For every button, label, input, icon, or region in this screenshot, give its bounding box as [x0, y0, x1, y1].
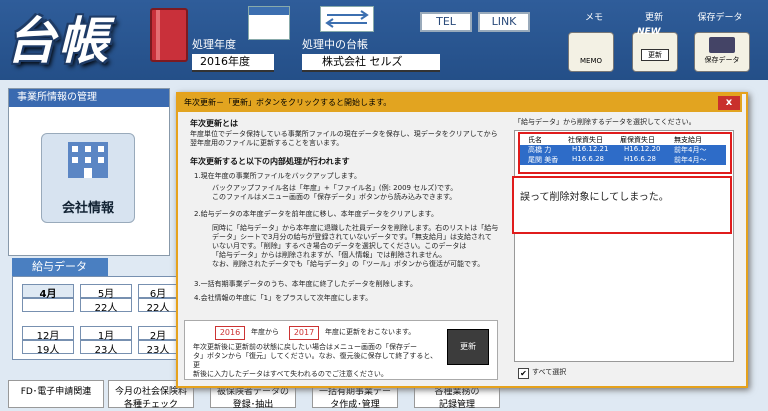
section-heading: 年次更新とは [190, 119, 238, 128]
month-cell[interactable]: 12月 [22, 326, 74, 342]
count-cell: 23人 [138, 340, 178, 356]
button-line: 登録･抽出 [232, 400, 274, 410]
count-cell: 19人 [22, 340, 74, 356]
step-detail: 同時に「給与データ」から本年度に退職した社員データを削除します。右のリストは「給… [212, 224, 508, 269]
step-text: 1.現在年度の事業所ファイルをバックアップします。 [194, 172, 361, 180]
fiscal-year-label: 処理年度 [192, 38, 236, 51]
text-line: データ」シートで3月分の給与が登録されていないデータです。「無支給月」は支給され… [212, 233, 492, 241]
text-line: このファイルはメニュー画面の「保存データ」ボタンから読み込みできます。 [212, 193, 457, 201]
update-button[interactable]: 更新 [447, 329, 489, 365]
select-all-checkbox[interactable]: ✔ [518, 368, 529, 379]
office-management-panel: 事業所情報の管理 会社情報 [8, 88, 170, 256]
date-cell: H16.12.20 [624, 145, 661, 153]
new-badge: NEW [637, 27, 661, 37]
button-line: タ作成･管理 [330, 400, 380, 410]
step-text: 4.会社情報の年度に「1」をプラスして次年度にします。 [194, 294, 373, 302]
select-all-label: すべて選択 [532, 368, 567, 376]
company-info-button[interactable]: 会社情報 [41, 133, 135, 223]
year-from-input[interactable]: 2016 [215, 326, 245, 340]
column-header: 社保資失日 [568, 136, 603, 144]
name-cell: 高橋 力 [528, 146, 552, 154]
text-line: 「給与データ」からは削除されますが、「個人情報」では削除されません。 [212, 251, 447, 259]
count-cell [22, 298, 74, 312]
date-cell: H16.6.28 [572, 155, 604, 163]
month-cell[interactable]: 4月 [22, 284, 74, 300]
memo-icon: MEMO [579, 57, 602, 65]
step-detail: バックアップファイル名は「年度」+「ファイル名」(例: 2009 セルズ)です。… [212, 184, 508, 202]
count-cell: 22人 [138, 298, 178, 314]
update-icon: 更新 [641, 49, 669, 61]
year-from-suffix: 年度から [251, 328, 279, 336]
close-icon[interactable]: x [718, 96, 740, 110]
text-line: 年次更新後に更新前の状態に戻したい場合はメニュー画面の「保存デー [193, 343, 417, 351]
count-cell: 23人 [80, 340, 132, 356]
restore-note: 年次更新後に更新前の状態に戻したい場合はメニュー画面の「保存デー タ」ボタンから… [193, 343, 443, 379]
ledger-book-icon [150, 8, 188, 62]
column-header: 無支給月 [674, 136, 702, 144]
office-management-title: 事業所情報の管理 [9, 89, 169, 107]
table-row[interactable]: 尾関 美香 H16.6.28 H16.6.28 前年4月～ [520, 155, 726, 165]
text-line: なお、削除されたデータでも「給与データ」の「ツール」ボタンから復活が可能です。 [212, 260, 485, 268]
text-line: 新後に入力したデータはすべて失われるのでご注意ください。 [193, 370, 388, 378]
tel-button[interactable]: TEL [420, 12, 472, 32]
table-row[interactable]: 高橋 力 H16.12.21 H16.12.20 前年4月～ [520, 145, 726, 155]
link-button[interactable]: LINK [478, 12, 530, 32]
update-button-top[interactable]: NEW 更新 [632, 27, 678, 72]
column-header: 氏名 [528, 136, 542, 144]
fd-e-application-button[interactable]: FD･電子申請関連 [8, 380, 104, 408]
month-cell[interactable]: 6月 [138, 284, 178, 300]
switch-ledger-icon[interactable] [320, 6, 374, 32]
annual-update-dialog: 年次更新－「更新」ボタンをクリックすると開始します。 x 年次更新とは 年度単位… [176, 92, 748, 388]
annotation-callout: 誤って削除対象にしてしまった。 [512, 176, 732, 234]
button-line: 各種チェック [123, 400, 178, 410]
delete-list-instruction: 「給与データ」から削除するデータを選択してください。 [514, 118, 696, 126]
company-ledger-value: 株式会社 セルズ [302, 54, 440, 72]
company-info-label: 会社情報 [61, 201, 114, 216]
memo-caption: メモ [584, 13, 603, 23]
section-heading: 年次更新すると以下の内部処理が行われます [190, 157, 350, 166]
building-shape [72, 146, 104, 178]
app-header: 台帳 処理年度 2016年度 処理中の台帳 株式会社 セルズ TEL LINK … [0, 0, 768, 80]
year-update-box: 2016 年度から 2017 年度に更新をおこないます。 年次更新後に更新前の状… [184, 320, 498, 380]
month-cell: 前年4月～ [674, 146, 707, 154]
calendar-icon[interactable] [248, 6, 290, 40]
month-cell: 前年4月～ [674, 156, 707, 164]
button-line: 記録管理 [438, 400, 475, 410]
text-line: 年度単位でデータ保持している事業所ファイルの現在データを保存し、現データをクリア… [190, 130, 498, 138]
employee-table: 氏名 社保資失日 雇保資失日 無支給月 高橋 力 H16.12.21 H16.1… [518, 132, 732, 174]
month-cell[interactable]: 1月 [80, 326, 132, 342]
date-cell: H16.12.21 [572, 145, 609, 153]
column-header: 雇保資失日 [620, 136, 655, 144]
month-cell[interactable]: 2月 [138, 326, 178, 342]
fiscal-year-value: 2016年度 [192, 54, 274, 72]
step-text: 2.給与データの本年度データを前年度に移し、本年度データをクリアします。 [194, 210, 438, 218]
text-line: 翌年度用のファイルに更新することを言います。 [190, 139, 344, 147]
month-cell[interactable]: 5月 [80, 284, 132, 300]
text-line: 同時に「給与データ」から本年度に退職した社員データを削除します。右のリストは「給… [212, 224, 499, 232]
intro-text: 年度単位でデータ保持している事業所ファイルの現在データを保存し、現データをクリア… [190, 130, 508, 148]
company-ledger-label: 処理中の台帳 [302, 38, 368, 51]
year-to-input[interactable]: 2017 [289, 326, 319, 340]
update-caption: 更新 [644, 13, 663, 23]
count-cell: 22人 [80, 298, 132, 314]
saved-data-icon-text: 保存データ [704, 56, 740, 64]
arrows-icon [325, 10, 369, 28]
toolbox-icon [709, 37, 735, 53]
app-logo: 台帳 [6, 11, 110, 70]
memo-button[interactable]: MEMO [568, 32, 614, 72]
name-cell: 尾関 美香 [528, 156, 559, 164]
text-line: いない月です。「削除」するべき場合のデータを選択してください。このデータは [212, 242, 467, 250]
date-cell: H16.6.28 [624, 155, 656, 163]
saved-data-caption: 保存データ [697, 13, 743, 23]
building-icon [68, 142, 108, 178]
dialog-title: 年次更新－「更新」ボタンをクリックすると開始します。 [178, 94, 742, 112]
saved-data-button[interactable]: 保存データ [694, 32, 750, 72]
button-line: FD･電子申請関連 [20, 387, 92, 397]
salary-data-tab[interactable]: 給与データ [12, 258, 108, 276]
step-text: 3.一括有期事業データのうち、本年度に終了したデータを削除します。 [194, 280, 417, 288]
year-to-suffix: 年度に更新をおこないます。 [325, 328, 416, 336]
text-line: バックアップファイル名は「年度」+「ファイル名」(例: 2009 セルズ)です。 [212, 184, 458, 192]
text-line: タ」ボタンから「復元」してください。なお、復元後に保存して終了すると、更 [193, 352, 438, 369]
